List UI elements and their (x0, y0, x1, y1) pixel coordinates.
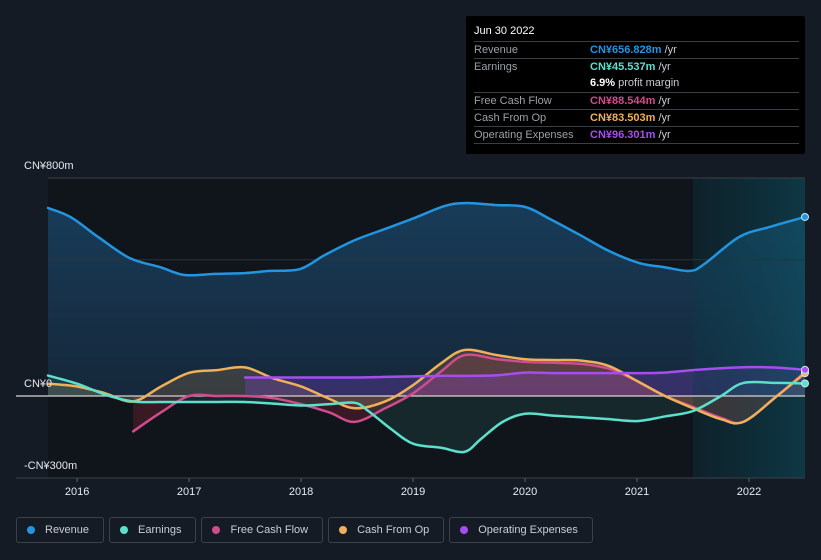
tooltip-row-value: CN¥96.301m /yr (590, 129, 671, 141)
x-tick-label: 2021 (625, 486, 649, 498)
legend-label: Cash From Op (357, 524, 430, 536)
legend-dot-icon (120, 526, 129, 534)
x-tick-label: 2016 (65, 486, 89, 498)
x-tick-label: 2017 (177, 486, 201, 498)
tooltip-divider (474, 143, 799, 144)
tooltip-row-value: CN¥83.503m /yr (590, 112, 671, 124)
tooltip-row-unit: /yr (655, 112, 671, 124)
y-tick-label-top: CN¥800m (24, 160, 74, 172)
legend-item-revenue[interactable]: Revenue (16, 517, 105, 543)
tooltip-row-unit: /yr (655, 95, 671, 107)
tooltip-row-value: CN¥45.537m /yr (590, 61, 671, 73)
tooltip-row-value: 6.9% profit margin (590, 77, 680, 89)
legend-dot-icon (460, 526, 469, 534)
operating-expenses-endpoint[interactable] (801, 365, 809, 374)
y-tick-label-bottom: -CN¥300m (24, 460, 78, 472)
legend-dot-icon (339, 526, 348, 534)
earnings-endpoint[interactable] (801, 379, 809, 388)
tooltip-row: Revenue CN¥656.828m /yr (474, 41, 799, 59)
legend-dot-icon (27, 526, 35, 534)
tooltip-row-unit: /yr (661, 44, 677, 56)
legend-item-operating-expenses[interactable]: Operating Expenses (449, 517, 593, 543)
tooltip-row-label: Revenue (474, 44, 519, 56)
tooltip-row: Operating Expenses CN¥96.301m /yr (474, 126, 799, 144)
tooltip: Jun 30 2022 Revenue CN¥656.828m /yr Earnin… (466, 16, 805, 154)
revenue-endpoint[interactable] (801, 212, 809, 221)
tooltip-date: Jun 30 2022 (474, 25, 535, 37)
legend-label: Revenue (45, 524, 90, 536)
legend-item-earnings[interactable]: Earnings (109, 517, 197, 543)
tooltip-row: 6.9% profit margin (474, 75, 799, 92)
x-tick-label: 2022 (737, 486, 761, 498)
tooltip-row-value: CN¥88.544m /yr (590, 95, 671, 107)
tooltip-row: Earnings CN¥45.537m /yr (474, 58, 799, 76)
x-tick-label: 2020 (513, 486, 537, 498)
tooltip-row-label: Earnings (474, 61, 518, 73)
legend-item-free-cash-flow[interactable]: Free Cash Flow (201, 517, 324, 543)
tooltip-row-unit: /yr (655, 61, 671, 73)
tooltip-row-unit: profit margin (615, 77, 680, 89)
tooltip-row-value: CN¥656.828m /yr (590, 44, 677, 56)
x-tick-label: 2018 (289, 486, 313, 498)
tooltip-row-unit: /yr (655, 129, 671, 141)
tooltip-row: Cash From Op CN¥83.503m /yr (474, 109, 799, 127)
highlight-band (693, 178, 805, 478)
legend-dot-icon (212, 526, 221, 534)
legend-item-cash-from-op[interactable]: Cash From Op (328, 517, 445, 543)
legend-label: Free Cash Flow (230, 524, 309, 536)
y-tick-label-zero: CN¥0 (24, 378, 53, 390)
legend-label: Earnings (138, 524, 182, 536)
legend: Revenue Earnings Free Cash Flow Cash From O… (16, 517, 593, 543)
tooltip-row-label: Cash From Op (474, 112, 547, 124)
legend-label: Operating Expenses (478, 524, 578, 536)
tooltip-row-label: Free Cash Flow (474, 95, 552, 107)
tooltip-row-label: Operating Expenses (474, 129, 574, 141)
x-tick-label: 2019 (401, 486, 425, 498)
tooltip-row: Free Cash Flow CN¥88.544m /yr (474, 92, 799, 110)
